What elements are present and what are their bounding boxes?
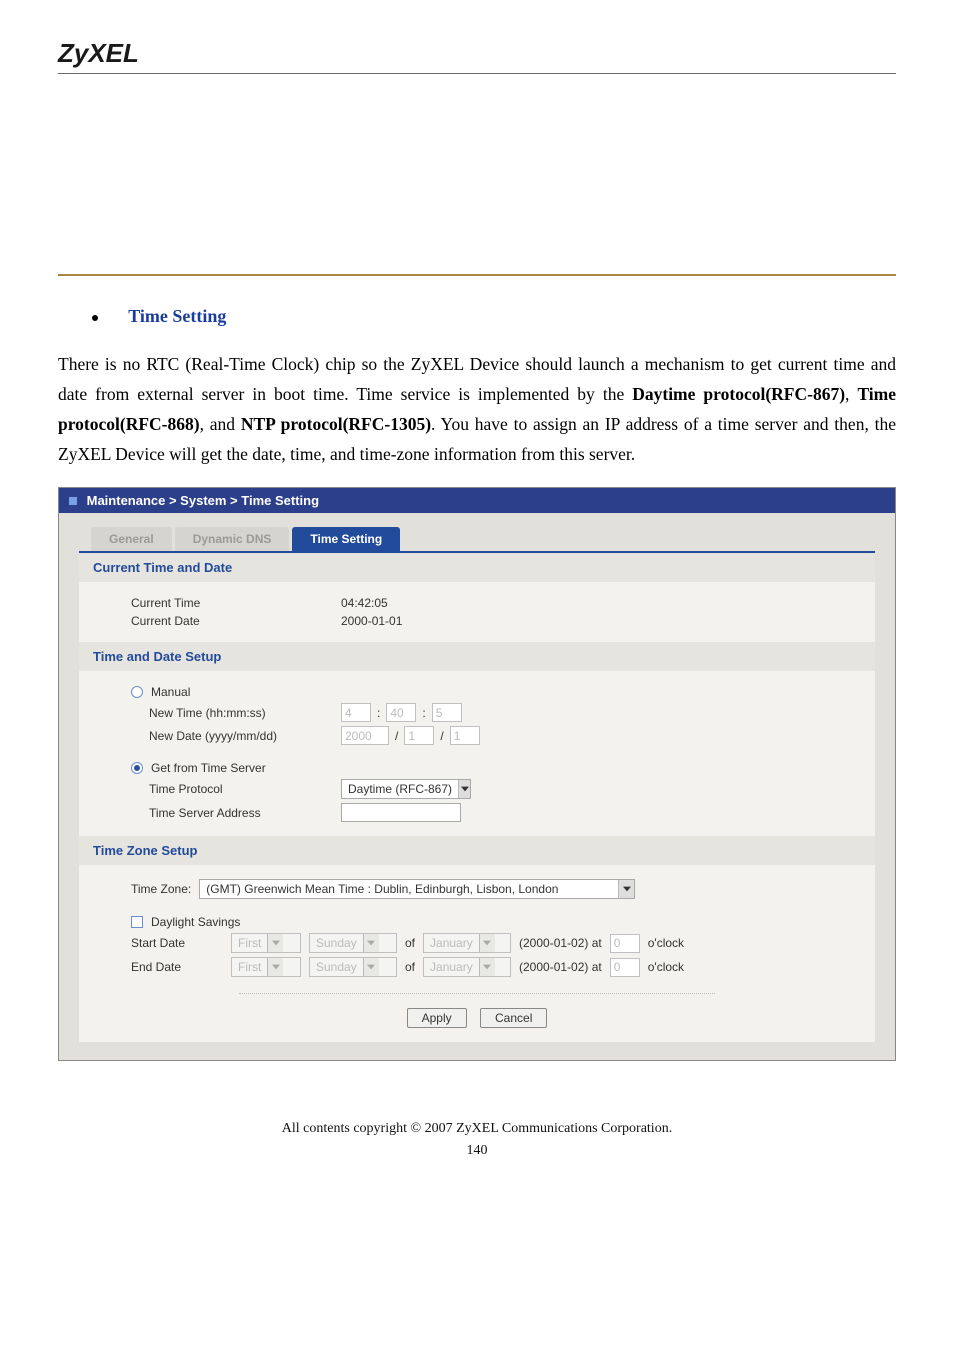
apply-button[interactable]: Apply [407,1008,467,1028]
start-hour-input[interactable] [610,934,640,953]
end-ordinal-value: First [232,960,267,974]
end-day-select[interactable]: Sunday [309,957,397,977]
tab-general[interactable]: General [91,527,172,551]
start-range-label: (2000-01-02) at [519,936,602,950]
chevron-down-icon [267,958,283,976]
bullet-icon [92,315,98,321]
slash1: / [395,729,398,743]
chevron-down-icon [267,934,283,952]
end-of-label: of [405,960,415,974]
timezone-select[interactable]: (GMT) Greenwich Mean Time : Dublin, Edin… [199,879,635,899]
start-month-value: January [424,936,479,950]
tab-bar: General Dynamic DNS Time Setting [91,527,875,551]
heading-text: Time Setting [128,306,226,326]
sep2: , and [200,414,241,434]
end-range-label: (2000-01-02) at [519,960,602,974]
breadcrumb: Maintenance > System > Time Setting [59,488,895,513]
cancel-button[interactable]: Cancel [480,1008,547,1028]
start-day-select[interactable]: Sunday [309,933,397,953]
section-timezone-header: Time Zone Setup [79,836,875,865]
new-date-label: New Date (yyyy/mm/dd) [149,729,341,743]
radio-manual-label: Manual [151,685,190,699]
body-paragraph: There is no RTC (Real-Time Clock) chip s… [58,349,896,469]
copyright-text: All contents copyright © 2007 ZyXEL Comm… [58,1121,896,1137]
proto-rfc1305: NTP protocol(RFC-1305) [241,414,431,434]
start-oclock-label: o'clock [648,936,684,950]
colon1: : [377,706,380,720]
start-month-select[interactable]: January [423,933,511,953]
start-day-value: Sunday [310,936,363,950]
end-ordinal-select[interactable]: First [231,957,301,977]
tab-time-setting[interactable]: Time Setting [292,527,400,551]
start-ordinal-value: First [232,936,267,950]
page-footer: All contents copyright © 2007 ZyXEL Comm… [58,1121,896,1159]
slash2: / [440,729,443,743]
current-date-value: 2000-01-01 [341,614,402,628]
end-day-value: Sunday [310,960,363,974]
section-heading: Time Setting [92,306,896,327]
timezone-value: (GMT) Greenwich Mean Time : Dublin, Edin… [200,882,618,896]
start-ordinal-select[interactable]: First [231,933,301,953]
current-time-label: Current Time [131,596,341,610]
chevron-down-icon [458,780,470,798]
current-time-value: 04:42:05 [341,596,388,610]
timezone-label: Time Zone: [131,882,191,896]
sep1: , [845,384,857,404]
new-date-mm-input[interactable] [404,726,434,745]
radio-manual[interactable] [131,686,143,698]
screenshot-panel: Maintenance > System > Time Setting Gene… [58,487,896,1061]
page-number: 140 [58,1143,896,1159]
radio-timeserver-label: Get from Time Server [151,761,266,775]
new-date-dd-input[interactable] [450,726,480,745]
chevron-down-icon [479,958,495,976]
dst-label: Daylight Savings [151,915,240,929]
time-protocol-label: Time Protocol [149,782,341,796]
new-time-mm-input[interactable] [386,703,416,722]
brand-logo: ZyXEL [58,38,896,69]
time-protocol-value: Daytime (RFC-867) [342,782,458,796]
time-server-addr-label: Time Server Address [149,806,341,820]
chevron-down-icon [363,934,379,952]
current-date-label: Current Date [131,614,341,628]
breadcrumb-icon [69,497,77,505]
start-date-label: Start Date [131,936,223,950]
breadcrumb-text: Maintenance > System > Time Setting [87,493,319,508]
proto-rfc867: Daytime protocol(RFC-867) [632,384,845,404]
tab-dynamic-dns[interactable]: Dynamic DNS [175,527,290,551]
end-hour-input[interactable] [610,958,640,977]
new-time-ss-input[interactable] [432,703,462,722]
time-protocol-select[interactable]: Daytime (RFC-867) [341,779,471,799]
section-divider [58,274,896,276]
chevron-down-icon [479,934,495,952]
end-oclock-label: o'clock [648,960,684,974]
dotted-divider [239,993,715,994]
dst-checkbox[interactable] [131,916,143,928]
chevron-down-icon [618,880,634,898]
colon2: : [422,706,425,720]
section-setup-header: Time and Date Setup [79,642,875,671]
radio-timeserver[interactable] [131,762,143,774]
time-server-addr-input[interactable] [341,803,461,822]
new-date-yyyy-input[interactable] [341,726,389,745]
end-date-label: End Date [131,960,223,974]
chevron-down-icon [363,958,379,976]
new-time-hh-input[interactable] [341,703,371,722]
new-time-label: New Time (hh:mm:ss) [149,706,341,720]
end-month-value: January [424,960,479,974]
end-month-select[interactable]: January [423,957,511,977]
section-current-time-header: Current Time and Date [79,553,875,582]
start-of-label: of [405,936,415,950]
